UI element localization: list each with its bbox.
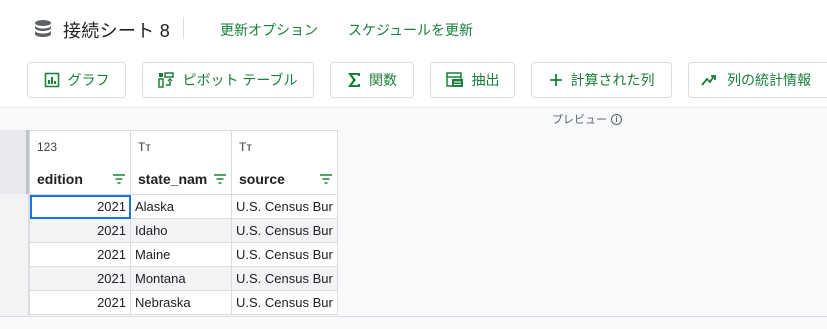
- table-cell[interactable]: 2021: [29, 218, 131, 243]
- table-cell[interactable]: U.S. Census Bur: [231, 242, 338, 267]
- filter-icon[interactable]: [214, 174, 226, 184]
- extract-button[interactable]: 抽出: [430, 62, 515, 98]
- filter-icon[interactable]: [319, 174, 332, 184]
- table-cell[interactable]: U.S. Census Bur: [231, 218, 338, 243]
- table-row: 2021 Maine U.S. Census Bur: [29, 242, 338, 267]
- table-row: 2021 Nebraska U.S. Census Bur: [29, 290, 338, 315]
- table-cell[interactable]: Montana: [130, 266, 232, 291]
- filter-icon[interactable]: [113, 174, 125, 184]
- info-icon[interactable]: i: [611, 113, 622, 125]
- select-all-corner[interactable]: [0, 130, 29, 194]
- function-button-label: 関数: [369, 72, 397, 88]
- plus-icon: [549, 74, 562, 86]
- calculated-column-button[interactable]: 計算された列: [531, 62, 672, 98]
- column-name: edition: [37, 171, 83, 187]
- trend-icon: [701, 75, 716, 86]
- column-stats-button[interactable]: 列の統計情報: [688, 62, 827, 98]
- chart-icon: [44, 72, 59, 88]
- table-row: 2021 Montana U.S. Census Bur: [29, 266, 338, 291]
- sheet-header: 接続シート 8 更新オプション スケジュールを更新: [0, 0, 827, 56]
- column-header-state-name[interactable]: Tт state_nam: [130, 130, 232, 195]
- table-cell[interactable]: U.S. Census Bur: [231, 290, 338, 315]
- table-cell[interactable]: U.S. Census Bur: [231, 266, 338, 291]
- table-row: 2021 Alaska U.S. Census Bur: [29, 194, 338, 219]
- pivot-table-button-label: ピボット テーブル: [182, 72, 298, 88]
- text-type-icon: Tт: [138, 140, 151, 154]
- sigma-icon: [348, 73, 360, 87]
- header-divider: [183, 17, 184, 39]
- table-cell[interactable]: U.S. Census Bur: [231, 194, 338, 219]
- table-cell[interactable]: 2021: [29, 194, 131, 219]
- preview-label: プレビュー i: [552, 111, 622, 127]
- column-stats-button-label: 列の統計情報: [727, 72, 811, 88]
- pivot-table-button[interactable]: ピボット テーブル: [142, 62, 314, 98]
- table-cell[interactable]: Idaho: [130, 218, 232, 243]
- text-type-icon: Tт: [239, 140, 252, 154]
- column-name: state_nam: [138, 171, 208, 187]
- column-header-edition[interactable]: 123 edition: [29, 130, 131, 195]
- data-table: 123 edition Tт state_nam Tт source 2021 …: [29, 130, 338, 315]
- table-cell[interactable]: 2021: [29, 290, 131, 315]
- table-cell[interactable]: Alaska: [130, 194, 232, 219]
- chart-button[interactable]: グラフ: [27, 62, 126, 98]
- chart-button-label: グラフ: [67, 72, 110, 88]
- preview-text: プレビュー: [552, 114, 607, 126]
- refresh-options-link[interactable]: 更新オプション: [220, 20, 318, 40]
- schedule-refresh-link[interactable]: スケジュールを更新: [348, 20, 473, 40]
- table-cell[interactable]: Maine: [130, 242, 232, 267]
- function-button[interactable]: 関数: [330, 62, 414, 98]
- column-name: source: [239, 171, 285, 187]
- grid-bottom-border: [0, 316, 827, 317]
- extract-button-label: 抽出: [471, 72, 500, 88]
- pivot-table-icon: [158, 72, 175, 88]
- table-cell[interactable]: 2021: [29, 266, 131, 291]
- toolbar: グラフ ピボット テーブル 関数 抽出 計算された列 列の統計情報: [0, 60, 827, 100]
- table-cell[interactable]: Nebraska: [130, 290, 232, 315]
- extract-icon: [445, 72, 463, 87]
- column-header-source[interactable]: Tт source: [231, 130, 338, 195]
- table-cell[interactable]: 2021: [29, 242, 131, 267]
- table-row: 2021 Idaho U.S. Census Bur: [29, 218, 338, 243]
- database-icon: [35, 20, 51, 37]
- number-type-icon: 123: [37, 140, 58, 154]
- calculated-column-button-label: 計算された列: [570, 72, 655, 88]
- sheet-title: 接続シート 8: [63, 21, 171, 41]
